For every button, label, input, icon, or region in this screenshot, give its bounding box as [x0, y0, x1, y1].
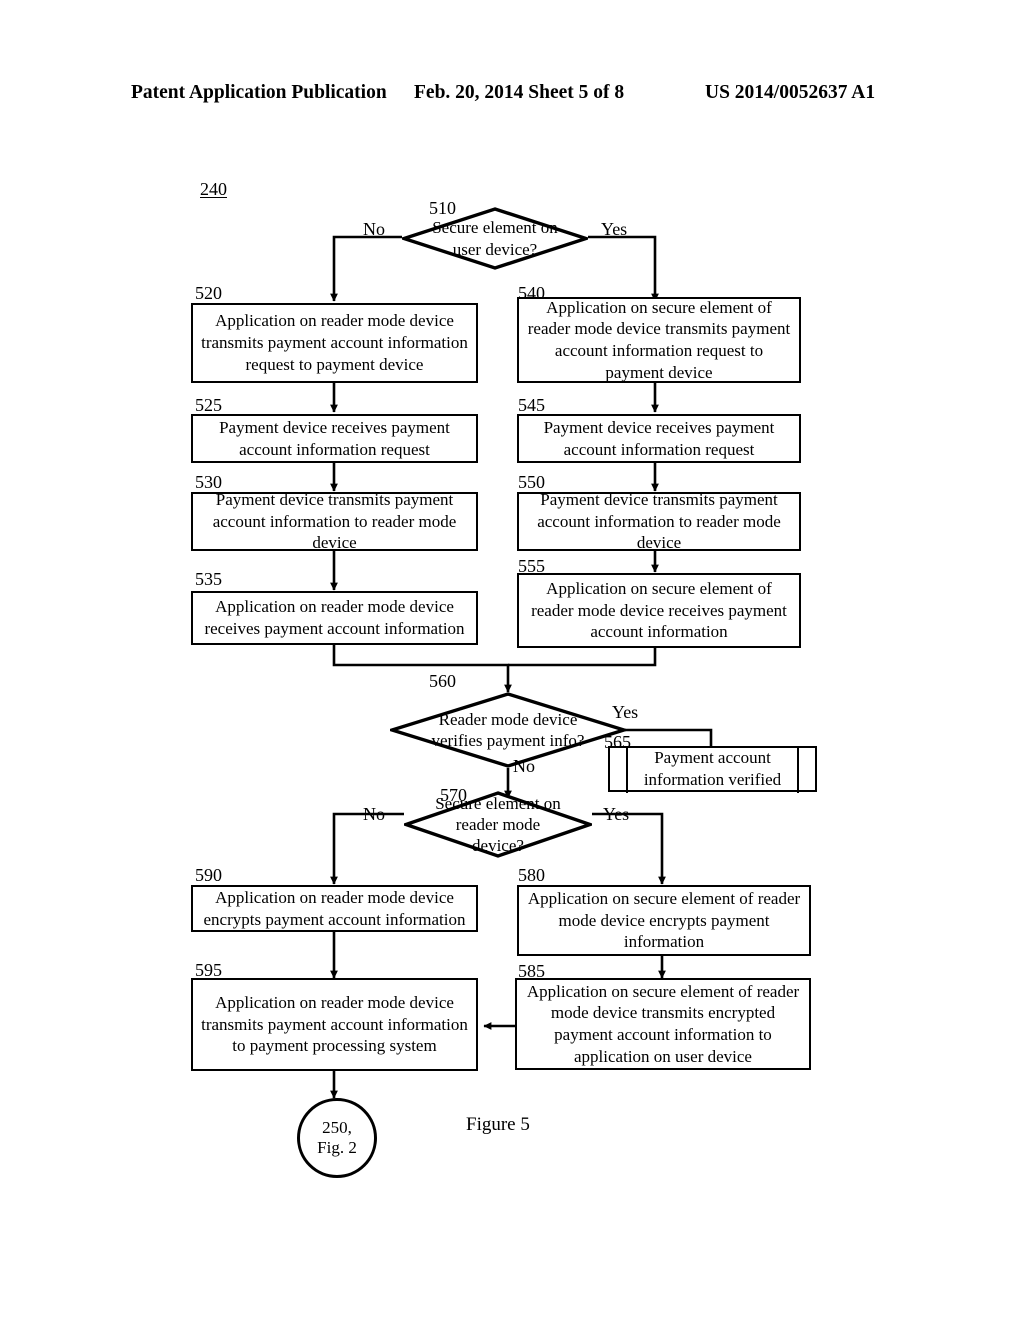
predefined-process-565-label: Payment account information verified [643, 748, 782, 789]
edge-label-510-yes: Yes [601, 219, 628, 239]
connector-250-fig-2[interactable]: 250, Fig. 2 [297, 1098, 377, 1178]
process-530[interactable]: Payment device transmits payment account… [191, 489, 478, 553]
ref-label-595: 595 [195, 960, 222, 980]
edge-label-570-yes: Yes [603, 804, 630, 824]
connector-250-line1: 250, [322, 1117, 352, 1137]
ref-label-545: 545 [518, 395, 545, 415]
edge-label-560-yes: Yes [612, 702, 639, 722]
process-555[interactable]: Application on secure element of reader … [517, 573, 801, 648]
decision-560-verifies-payment-info[interactable]: Reader mode device verifies payment info… [390, 692, 626, 768]
process-535-label: Application on reader mode device receiv… [204, 597, 465, 638]
process-535[interactable]: Application on reader mode device receiv… [191, 591, 478, 645]
process-550[interactable]: Payment device transmits payment account… [517, 489, 801, 553]
process-545[interactable]: Payment device receives payment account … [517, 414, 801, 463]
process-525[interactable]: Payment device receives payment account … [191, 414, 478, 463]
process-555-label: Application on secure element of reader … [531, 578, 787, 642]
process-540[interactable]: Application on secure element of reader … [517, 297, 801, 383]
decision-560-label: Reader mode device verifies payment info… [431, 709, 585, 750]
process-520-label: Application on reader mode device transm… [201, 311, 468, 374]
process-590-label: Application on reader mode device encryp… [203, 887, 466, 929]
edge-label-570-no: No [363, 804, 385, 824]
edge-label-560-no: No [513, 756, 535, 776]
diagram-reference-240: 240 [200, 179, 227, 199]
ref-label-535: 535 [195, 569, 222, 589]
predefined-process-565[interactable]: Payment account information verified [608, 745, 817, 793]
ref-label-525: 525 [195, 395, 222, 415]
process-580[interactable]: Application on secure element of reader … [517, 885, 811, 956]
figure-5-flowchart: 240 510 Secure element on user device? N… [0, 0, 1024, 1320]
process-585-label: Application on secure element of reader … [526, 981, 800, 1066]
process-545-label: Payment device receives payment account … [543, 417, 775, 459]
process-525-label: Payment device receives payment account … [219, 417, 450, 459]
decision-570-label: Secure element on reader mode device? [435, 793, 561, 856]
process-580-label: Application on secure element of reader … [527, 888, 801, 952]
decision-510-label: Secure element on user device? [432, 218, 558, 259]
figure-caption: Figure 5 [466, 1114, 530, 1135]
ref-label-590: 590 [195, 865, 222, 885]
edge-label-510-no: No [363, 219, 385, 239]
process-520[interactable]: Application on reader mode device transm… [191, 303, 478, 383]
decision-570-secure-element-reader-mode-device[interactable]: Secure element on reader mode device? [404, 791, 592, 858]
ref-label-580: 580 [518, 865, 545, 885]
process-540-label: Application on secure element of reader … [527, 297, 791, 382]
connector-250-line2: Fig. 2 [317, 1138, 357, 1157]
process-530-label: Payment device transmits payment account… [212, 489, 457, 553]
process-550-label: Payment device transmits payment account… [537, 489, 781, 553]
ref-label-520: 520 [195, 283, 222, 303]
process-595[interactable]: Application on reader mode device transm… [191, 978, 478, 1071]
process-590[interactable]: Application on reader mode device encryp… [191, 885, 478, 932]
process-595-label: Application on reader mode device transm… [201, 992, 468, 1056]
ref-label-560: 560 [429, 671, 456, 691]
decision-510-secure-element-user-device[interactable]: Secure element on user device? [402, 207, 588, 270]
process-585[interactable]: Application on secure element of reader … [515, 978, 811, 1070]
